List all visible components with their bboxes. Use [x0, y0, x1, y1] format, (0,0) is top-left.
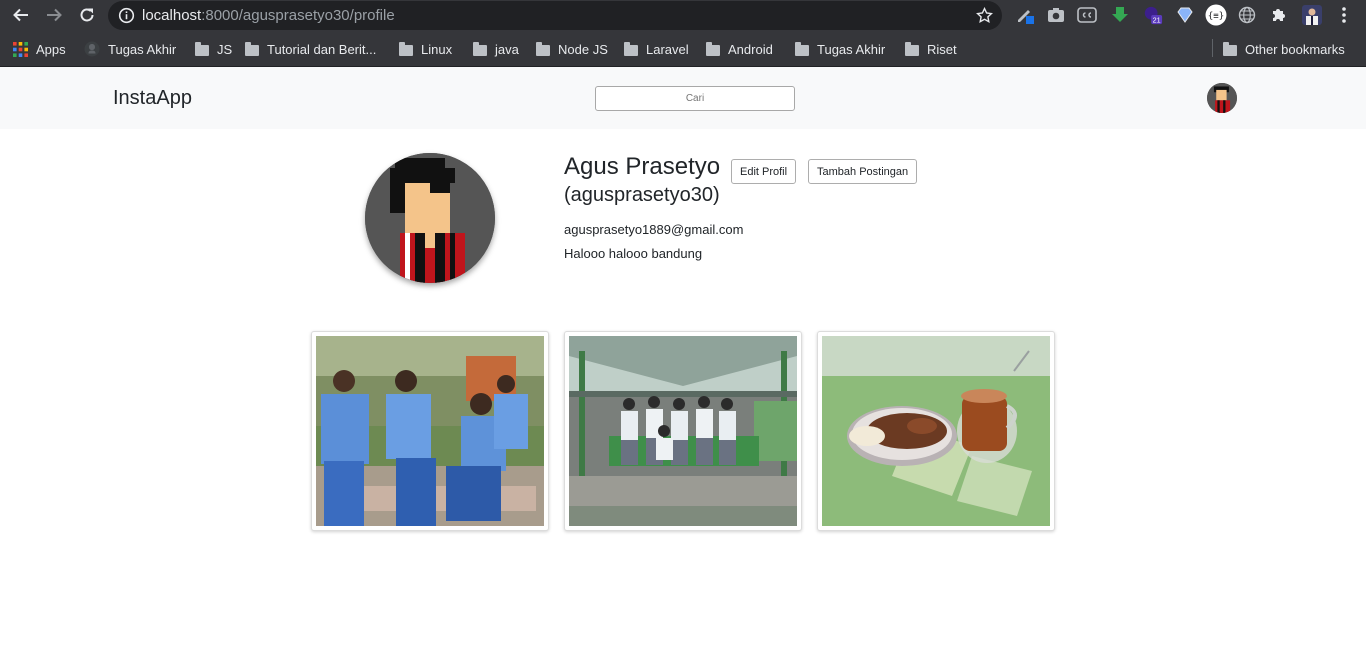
folder-icon [795, 41, 809, 56]
reload-icon [80, 8, 94, 22]
bookmarks-divider [1212, 39, 1213, 57]
back-arrow-icon [13, 8, 28, 22]
url-host: localhost [142, 7, 202, 24]
address-bar[interactable]: localhost:8000/agusprasetyo30/profile [108, 1, 1002, 30]
folder-icon [706, 41, 720, 56]
address-url: localhost:8000/agusprasetyo30/profile [142, 7, 395, 24]
add-post-button[interactable]: Tambah Postingan [808, 159, 918, 184]
bookmark-tugas-akhir-github[interactable]: Tugas Akhir [84, 40, 176, 58]
profile-username: (agusprasetyo30) [564, 184, 720, 206]
back-button[interactable] [10, 4, 32, 26]
apps-grid-icon [13, 41, 28, 57]
post-card[interactable] [817, 331, 1055, 531]
bookmark-apps[interactable]: Apps [13, 40, 66, 58]
profile-avatar-icon[interactable] [1302, 5, 1322, 25]
folder-icon [399, 41, 413, 56]
edit-profile-button[interactable]: Edit Profil [731, 159, 797, 184]
profile-avatar [365, 153, 495, 283]
extensions-puzzle-icon[interactable] [1269, 5, 1289, 25]
bookmark-folder-js[interactable]: JS [195, 40, 232, 58]
bookmark-folder-riset[interactable]: Riset [905, 40, 957, 58]
post-card[interactable] [311, 331, 549, 531]
bookmark-label: Node JS [558, 41, 608, 57]
url-path: :8000/agusprasetyo30/profile [201, 7, 395, 24]
group-under-pavilion-photo [569, 336, 797, 526]
svg-text:{≡}: {≡} [1208, 12, 1224, 22]
bookmark-label: Tugas Akhir [108, 41, 177, 57]
json-extension-icon[interactable]: {≡} [1205, 4, 1227, 26]
diamond-extension-icon[interactable] [1175, 5, 1195, 25]
forward-arrow-icon [47, 8, 62, 22]
github-icon [84, 41, 100, 57]
bookmark-other[interactable]: Other bookmarks [1223, 40, 1345, 58]
chrome-menu-icon[interactable] [1334, 5, 1354, 25]
app-brand[interactable]: InstaApp [113, 87, 192, 110]
bookmark-label: Other bookmarks [1245, 41, 1345, 57]
bookmark-folder-tutorial[interactable]: Tutorial dan Berit... [245, 40, 376, 58]
navbar-user-avatar[interactable] [1207, 83, 1237, 113]
bookmark-label: Tutorial dan Berit... [267, 41, 377, 57]
purple-extension-icon[interactable]: 21 [1143, 5, 1163, 25]
bookmark-label: Android [728, 41, 773, 57]
camera-extension-icon[interactable] [1046, 5, 1066, 25]
browser-toolbar: localhost:8000/agusprasetyo30/profile 21… [0, 0, 1366, 31]
reload-button[interactable] [76, 4, 98, 26]
profile-name: Agus Prasetyo [564, 153, 721, 180]
profile-email: agusprasetyo1889@gmail.com [564, 222, 744, 237]
bookmark-star-icon[interactable] [976, 7, 993, 24]
bookmark-folder-java[interactable]: java [473, 40, 519, 58]
globe-extension-icon[interactable] [1237, 5, 1257, 25]
bookmark-label: Tugas Akhir [817, 41, 886, 57]
folder-icon [195, 41, 209, 56]
download-extension-icon[interactable] [1110, 5, 1130, 25]
meal-and-tea-photo [822, 336, 1050, 526]
profile-bio: Halooo halooo bandung [564, 246, 703, 261]
students-sitting-photo [316, 336, 544, 526]
bookmark-label: Linux [421, 41, 453, 57]
bookmark-label: Laravel [646, 41, 689, 57]
bookmark-label: Apps [36, 41, 66, 57]
bookmark-folder-laravel[interactable]: Laravel [624, 40, 689, 58]
folder-icon [1223, 41, 1237, 56]
bookmark-label: Riset [927, 41, 957, 57]
bookmark-label: java [495, 41, 519, 57]
cc-extension-icon[interactable] [1077, 5, 1097, 25]
post-card[interactable] [564, 331, 802, 531]
folder-icon [624, 41, 638, 56]
bookmark-label: JS [217, 41, 233, 57]
folder-icon [905, 41, 919, 56]
bookmark-folder-tugas-akhir[interactable]: Tugas Akhir [795, 40, 885, 58]
pen-extension-icon[interactable] [1015, 5, 1035, 25]
search-input[interactable] [595, 86, 795, 111]
bookmark-folder-nodejs[interactable]: Node JS [536, 40, 608, 58]
folder-icon [536, 41, 550, 56]
bookmarks-bar: Apps Tugas Akhir JS Tutorial dan Berit..… [0, 31, 1366, 67]
forward-button[interactable] [43, 4, 65, 26]
app-navbar: InstaApp [0, 67, 1366, 129]
site-info-icon[interactable] [118, 7, 135, 24]
page-content: InstaApp A [0, 67, 1366, 670]
bookmark-folder-android[interactable]: Android [706, 40, 773, 58]
extension-badge: 21 [1153, 16, 1161, 25]
folder-icon [245, 41, 259, 56]
bookmark-folder-linux[interactable]: Linux [399, 40, 452, 58]
folder-icon [473, 41, 487, 56]
